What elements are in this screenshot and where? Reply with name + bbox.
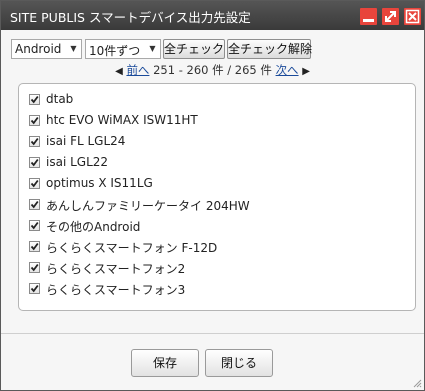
device-checkbox[interactable]	[29, 220, 40, 231]
page-range: 251 - 260 件 / 265 件	[153, 63, 272, 77]
device-label: isai LGL22	[46, 155, 109, 169]
page-size-value: 10件ずつ	[89, 44, 141, 58]
save-button[interactable]: 保存	[131, 349, 199, 377]
device-label: htc EVO WiMAX ISW11HT	[46, 113, 198, 127]
check-icon	[30, 200, 39, 209]
device-checkbox[interactable]	[29, 115, 40, 126]
footer-divider	[1, 333, 424, 334]
next-arrow-icon[interactable]: ▶	[302, 66, 310, 77]
dialog-title: SITE PUBLIS スマートデバイス出力先設定	[10, 10, 251, 25]
device-checkbox[interactable]	[29, 157, 40, 168]
chevron-down-icon: ▼	[70, 44, 77, 53]
device-list-panel: dtab htc EVO WiMAX ISW11HT isai FL LGL24…	[18, 83, 416, 311]
device-label: optimus X IS11LG	[46, 176, 153, 190]
settings-dialog: SITE PUBLIS スマートデバイス出力先設定 Android ▼ 10件ず…	[0, 0, 425, 391]
title-bar[interactable]: SITE PUBLIS スマートデバイス出力先設定	[1, 1, 424, 30]
device-label: あんしんファミリーケータイ 204HW	[46, 199, 250, 213]
check-icon	[30, 284, 39, 293]
os-select-value: Android	[15, 42, 62, 56]
prev-arrow-icon[interactable]: ◀	[115, 66, 123, 77]
prev-page-link[interactable]: 前へ	[126, 63, 149, 77]
device-label: らくらくスマートフォン2	[46, 262, 186, 276]
device-label: らくらくスマートフォン F-12D	[46, 241, 218, 255]
check-icon	[30, 137, 39, 146]
chevron-down-icon: ▼	[149, 44, 156, 53]
close-icon[interactable]	[404, 8, 421, 25]
check-icon	[30, 116, 39, 125]
device-checkbox[interactable]	[29, 283, 40, 294]
minimize-icon[interactable]	[360, 8, 377, 25]
next-page-link[interactable]: 次へ	[276, 63, 299, 77]
device-checkbox[interactable]	[29, 199, 40, 210]
page-size-select[interactable]: 10件ずつ ▼	[85, 39, 161, 59]
check-icon	[30, 158, 39, 167]
device-checkbox[interactable]	[29, 136, 40, 147]
check-all-button[interactable]: 全チェック	[163, 39, 225, 59]
device-label: isai FL LGL24	[46, 134, 126, 148]
check-icon	[30, 221, 39, 230]
check-icon	[30, 95, 39, 104]
device-checkbox[interactable]	[29, 178, 40, 189]
os-select[interactable]: Android ▼	[11, 39, 82, 59]
device-label: らくらくスマートフォン3	[46, 283, 186, 297]
pagination: ◀ 前へ 251 - 260 件 / 265 件 次へ ▶	[1, 62, 424, 78]
close-button[interactable]: 閉じる	[205, 349, 273, 377]
device-label: dtab	[46, 92, 74, 106]
device-checkbox[interactable]	[29, 94, 40, 105]
check-icon	[30, 242, 39, 251]
device-checkbox[interactable]	[29, 262, 40, 273]
maximize-icon[interactable]	[382, 8, 399, 25]
uncheck-all-button[interactable]: 全チェック解除	[227, 39, 312, 59]
check-icon	[30, 263, 39, 272]
device-checkbox[interactable]	[29, 241, 40, 252]
check-icon	[30, 179, 39, 188]
resize-grip-icon[interactable]	[412, 378, 422, 388]
device-label: その他のAndroid	[46, 220, 141, 234]
